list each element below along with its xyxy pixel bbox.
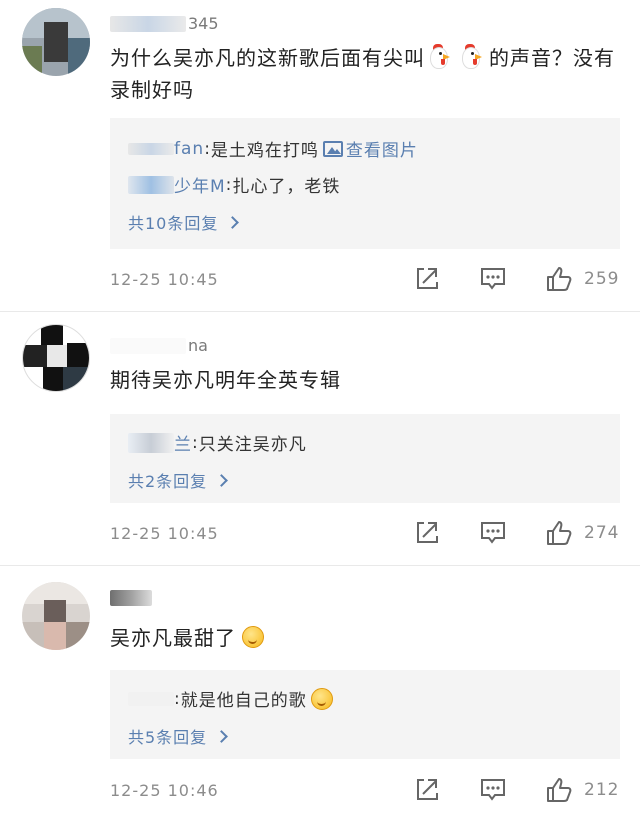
reply-item[interactable]: : 就是他自己的歌 <box>128 686 333 711</box>
comment-card: 345 为什么吴亦凡的这新歌后面有尖叫 的声音？没有录制好吗 fan : 是土鸡在… <box>0 0 640 312</box>
blurred-username <box>110 337 186 354</box>
comment-meta: 12-25 10:46 212 <box>110 775 620 805</box>
smile-emoji-icon <box>242 626 264 648</box>
avatar[interactable] <box>22 8 90 76</box>
timestamp: 12-25 10:45 <box>110 269 219 289</box>
reply-box: fan : 是土鸡在打鸣 查看图片 少年M : 扎心了，老铁 共10条回复 <box>110 118 620 249</box>
avatar[interactable] <box>22 582 90 650</box>
share-icon[interactable] <box>412 518 442 548</box>
comment-icon[interactable] <box>478 775 508 805</box>
like-count: 212 <box>584 780 620 800</box>
view-image-link[interactable]: 查看图片 <box>322 136 418 161</box>
chevron-right-icon <box>226 215 240 229</box>
more-replies-link[interactable]: 共2条回复 <box>128 468 229 492</box>
comment-icon[interactable] <box>478 518 508 548</box>
username[interactable] <box>110 590 154 606</box>
username[interactable]: na <box>110 336 208 355</box>
blurred-username <box>110 590 152 606</box>
share-icon[interactable] <box>412 264 442 294</box>
thumbs-up-icon[interactable] <box>544 264 574 294</box>
more-replies-link[interactable]: 共10条回复 <box>128 210 240 234</box>
thumbs-up-icon[interactable] <box>544 775 574 805</box>
comment-text: 为什么吴亦凡的这新歌后面有尖叫 的声音？没有录制好吗 <box>110 44 615 102</box>
comment-icon[interactable] <box>478 264 508 294</box>
more-replies-link[interactable]: 共5条回复 <box>128 724 229 748</box>
blurred-username <box>128 432 174 453</box>
action-bar: 274 <box>376 518 620 548</box>
blurred-username <box>128 691 174 706</box>
reply-box: 兰 : 只关注吴亦凡 共2条回复 <box>110 414 620 503</box>
comment-meta: 12-25 10:45 274 <box>110 518 620 548</box>
blurred-username <box>128 142 174 155</box>
blurred-username <box>110 15 186 32</box>
reply-item[interactable]: fan : 是土鸡在打鸣 查看图片 <box>128 136 418 161</box>
avatar[interactable] <box>22 324 90 392</box>
reply-item[interactable]: 兰 : 只关注吴亦凡 <box>128 430 307 455</box>
action-bar: 212 <box>376 775 620 805</box>
username[interactable]: 345 <box>110 14 219 33</box>
comment-text: 期待吴亦凡明年全英专辑 <box>110 368 341 392</box>
comment-card: 吴亦凡最甜了 : 就是他自己的歌 共5条回复 12-25 10:46 212 <box>0 566 640 820</box>
comment-card: na 期待吴亦凡明年全英专辑 兰 : 只关注吴亦凡 共2条回复 12-25 10… <box>0 312 640 566</box>
chevron-right-icon <box>215 473 229 487</box>
comment-meta: 12-25 10:45 259 <box>110 264 620 294</box>
timestamp: 12-25 10:45 <box>110 523 219 543</box>
thumbs-up-icon[interactable] <box>544 518 574 548</box>
reply-box: : 就是他自己的歌 共5条回复 <box>110 670 620 759</box>
image-icon <box>322 140 343 157</box>
blurred-username <box>128 175 174 194</box>
rooster-emoji-icon <box>425 44 451 70</box>
timestamp: 12-25 10:46 <box>110 780 219 800</box>
drooling-emoji-icon <box>310 687 333 710</box>
comment-text: 吴亦凡最甜了 <box>110 622 620 654</box>
share-icon[interactable] <box>412 775 442 805</box>
like-count: 274 <box>584 523 620 543</box>
action-bar: 259 <box>376 264 620 294</box>
reply-item[interactable]: 少年M : 扎心了，老铁 <box>128 172 340 197</box>
chevron-right-icon <box>215 729 229 743</box>
rooster-emoji-icon <box>457 44 483 70</box>
like-count: 259 <box>584 269 620 289</box>
